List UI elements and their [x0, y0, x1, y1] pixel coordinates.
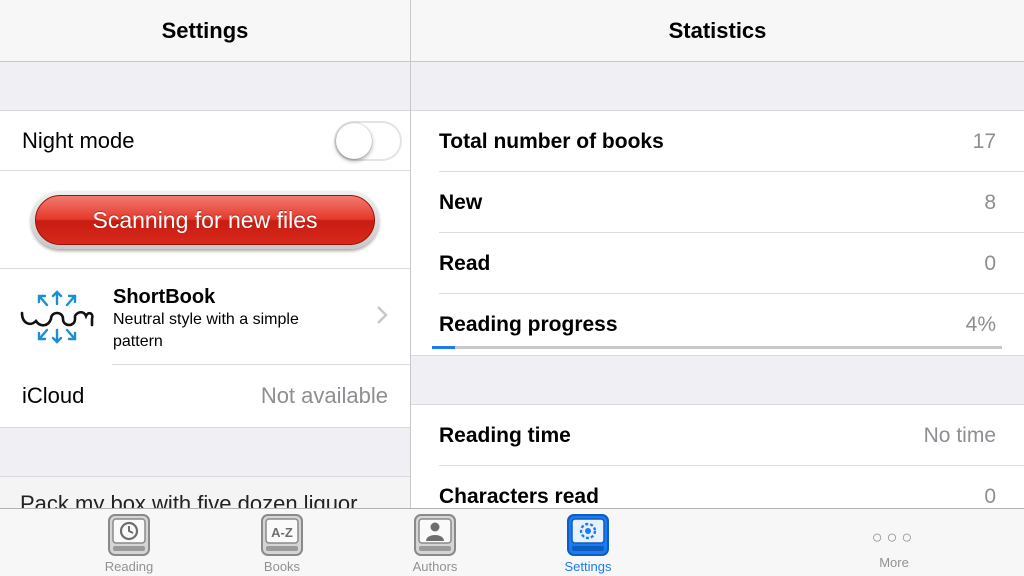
tab-bar: Reading A-Z Books Authors Settings ○○○ M…	[0, 508, 1024, 576]
tab-reading[interactable]: Reading	[79, 509, 179, 576]
svg-text:A-Z: A-Z	[271, 525, 293, 540]
tab-label: Settings	[564, 559, 612, 574]
app-window: Settings Night mode Scanning for new fil…	[0, 0, 1024, 576]
stat-row-new: New 8	[411, 172, 1024, 233]
settings-pane: Settings Night mode Scanning for new fil…	[0, 0, 410, 508]
stat-row-total-books: Total number of books 17	[411, 111, 1024, 172]
scan-row: Scanning for new files	[0, 171, 410, 269]
stat-label: Total number of books	[439, 129, 664, 153]
stat-label: Reading time	[439, 423, 571, 447]
statistics-pane: Statistics Total number of books 17 New …	[411, 0, 1024, 508]
clock-book-icon	[108, 514, 150, 556]
theme-text: ShortBook Neutral style with a simple pa…	[113, 285, 353, 353]
night-mode-toggle[interactable]	[334, 121, 402, 161]
tab-label: Authors	[412, 559, 458, 574]
reading-progress-fill	[432, 346, 455, 349]
scan-button[interactable]: Scanning for new files	[31, 191, 379, 249]
person-book-icon	[414, 514, 456, 556]
chevron-right-icon	[377, 306, 388, 324]
font-preview-text: Pack my box with five dozen liquor	[20, 491, 358, 508]
theme-name: ShortBook	[113, 286, 216, 308]
more-dots-icon: ○○○	[871, 527, 917, 547]
stat-row-reading-time: Reading time No time	[411, 405, 1024, 466]
statistics-title: Statistics	[668, 17, 767, 43]
tab-authors[interactable]: Authors	[385, 509, 485, 576]
tab-more[interactable]: ○○○ More	[844, 509, 944, 576]
stat-row-read: Read 0	[411, 233, 1024, 294]
night-mode-row: Night mode	[0, 111, 410, 171]
icloud-row: iCloud Not available	[0, 365, 410, 427]
font-preview-row[interactable]: Pack my box with five dozen liquor	[0, 476, 410, 508]
night-mode-label: Night mode	[22, 128, 135, 153]
statistics-group-2: Reading time No time Characters read 0	[411, 404, 1024, 508]
statistics-group-1: Total number of books 17 New 8 Read 0 Re…	[411, 110, 1024, 356]
stat-value: 17	[972, 129, 996, 153]
stat-value: 4%	[965, 312, 996, 336]
stat-row-characters-read: Characters read 0	[411, 466, 1024, 508]
theme-row[interactable]: ShortBook Neutral style with a simple pa…	[0, 269, 410, 365]
stat-value: 0	[984, 251, 996, 275]
settings-group: Night mode Scanning for new files ShortB…	[0, 110, 410, 428]
scan-button-label: Scanning for new files	[92, 206, 318, 233]
stat-label: Characters read	[439, 484, 599, 508]
tab-books[interactable]: A-Z Books	[232, 509, 332, 576]
tab-label: Reading	[104, 559, 154, 574]
stat-label: Reading progress	[439, 312, 618, 336]
a-z-book-icon: A-Z	[261, 514, 303, 556]
stat-label: New	[439, 190, 483, 214]
snowflake-logo-icon	[20, 290, 94, 344]
stat-label: Read	[439, 251, 491, 275]
tab-label: More	[879, 555, 909, 570]
stat-value: No time	[923, 423, 996, 447]
scan-button-face: Scanning for new files	[35, 195, 375, 245]
theme-description: Neutral style with a simple pattern	[113, 311, 299, 350]
stat-row-reading-progress: Reading progress 4%	[411, 294, 1024, 355]
icloud-value: Not available	[260, 383, 388, 408]
settings-title: Settings	[161, 17, 249, 43]
stat-value: 0	[984, 484, 996, 508]
icloud-label: iCloud	[22, 383, 85, 408]
toggle-knob	[336, 123, 372, 159]
settings-navbar: Settings	[0, 0, 410, 62]
tab-label: Books	[263, 559, 301, 574]
statistics-navbar: Statistics	[411, 0, 1024, 62]
stat-value: 8	[984, 190, 996, 214]
reading-progress-bar	[432, 346, 1002, 349]
gear-book-icon	[567, 514, 609, 556]
tab-settings[interactable]: Settings	[538, 509, 638, 576]
